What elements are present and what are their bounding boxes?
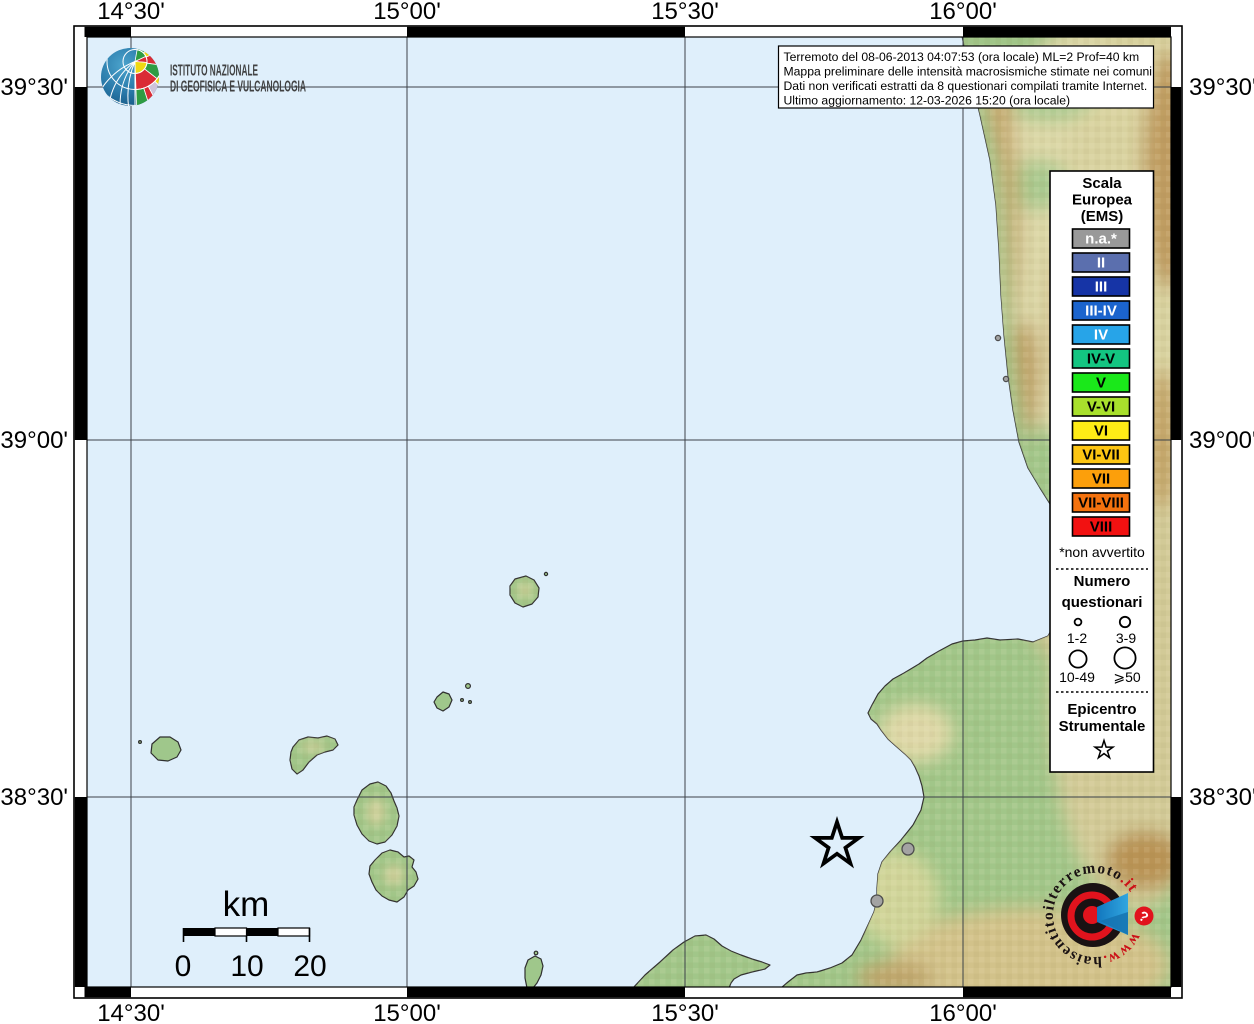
svg-text:Mappa preliminare delle intens: Mappa preliminare delle intensità macros…: [784, 65, 1153, 79]
svg-text:38°30': 38°30': [1189, 784, 1254, 811]
svg-text:VI: VI: [1094, 423, 1108, 440]
svg-text:IV-V: IV-V: [1087, 351, 1115, 368]
svg-text:ISTITUTO NAZIONALE: ISTITUTO NAZIONALE: [170, 63, 258, 80]
svg-text:10-49: 10-49: [1059, 669, 1095, 685]
svg-text:II: II: [1097, 255, 1105, 272]
svg-text:0: 0: [175, 950, 192, 983]
svg-text:15°00': 15°00': [373, 0, 441, 25]
svg-text:⩾50: ⩾50: [1113, 669, 1141, 685]
svg-text:V: V: [1096, 375, 1106, 392]
svg-text:VI-VII: VI-VII: [1082, 447, 1120, 464]
svg-text:Dati non verificati estratti d: Dati non verificati estratti da 8 questi…: [784, 79, 1148, 93]
svg-text:39°30': 39°30': [0, 74, 68, 101]
svg-text:Ultimo aggiornamento: 12-03-20: Ultimo aggiornamento: 12-03-2026 15:20 (…: [784, 93, 1071, 107]
svg-text:14°30': 14°30': [97, 0, 165, 25]
svg-text:III: III: [1095, 279, 1108, 296]
svg-text:DI GEOFISICA E VULCANOLOGIA: DI GEOFISICA E VULCANOLOGIA: [170, 79, 306, 96]
svg-text:20: 20: [293, 950, 326, 983]
svg-text:38°30': 38°30': [0, 784, 68, 811]
svg-text:IV: IV: [1094, 327, 1108, 344]
svg-text:15°30': 15°30': [651, 0, 719, 25]
svg-text:*non avvertito: *non avvertito: [1059, 544, 1145, 560]
svg-text:VII-VIII: VII-VIII: [1078, 495, 1124, 512]
svg-text:14°30': 14°30': [97, 1000, 165, 1024]
svg-text:Scala: Scala: [1082, 175, 1122, 192]
svg-text:Terremoto del 08-06-2013 04:07: Terremoto del 08-06-2013 04:07:53 (ora l…: [784, 50, 1140, 64]
svg-text:VIII: VIII: [1090, 519, 1113, 536]
svg-text:questionari: questionari: [1062, 594, 1143, 611]
svg-text:16°00': 16°00': [929, 0, 997, 25]
svg-text:Epicentro: Epicentro: [1067, 701, 1136, 718]
svg-text:39°30': 39°30': [1189, 74, 1254, 101]
svg-text:16°00': 16°00': [929, 1000, 997, 1024]
svg-text:15°00': 15°00': [373, 1000, 441, 1024]
svg-text:VII: VII: [1092, 471, 1110, 488]
svg-text:km: km: [223, 885, 270, 924]
svg-text:15°30': 15°30': [651, 1000, 719, 1024]
svg-text:V-VI: V-VI: [1087, 399, 1115, 416]
svg-text:39°00': 39°00': [1189, 427, 1254, 454]
svg-text:39°00': 39°00': [0, 427, 68, 454]
svg-text:Europea: Europea: [1072, 192, 1133, 209]
svg-text:3-9: 3-9: [1116, 630, 1136, 646]
svg-text:(EMS): (EMS): [1081, 208, 1124, 225]
svg-text:III-IV: III-IV: [1085, 303, 1117, 320]
svg-text:Numero: Numero: [1074, 573, 1131, 590]
svg-text:Strumentale: Strumentale: [1059, 718, 1146, 735]
svg-text:1-2: 1-2: [1067, 630, 1087, 646]
svg-text:10: 10: [230, 950, 263, 983]
svg-text:n.a.*: n.a.*: [1085, 231, 1117, 248]
